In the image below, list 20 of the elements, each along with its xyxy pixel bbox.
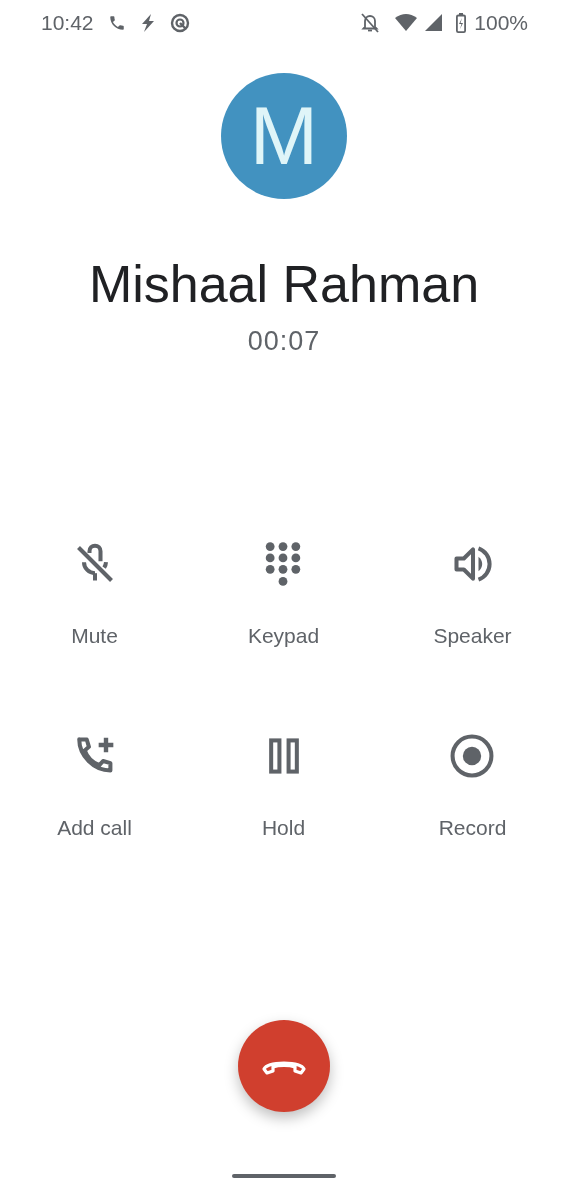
call-action-button[interactable]: Hold <box>253 728 314 848</box>
data-saver-icon <box>169 12 190 33</box>
end-call-button[interactable] <box>238 1020 330 1112</box>
clock-time: 10:42 <box>41 10 94 35</box>
signal-icon <box>425 14 443 31</box>
record-icon <box>450 734 495 778</box>
call-action-button[interactable]: Keypad <box>239 536 328 656</box>
call-action-button[interactable]: Add call <box>49 728 140 848</box>
mute-button[interactable]: Mute <box>63 536 126 656</box>
wifi-icon <box>395 14 418 31</box>
lightning-icon <box>139 13 156 32</box>
call-duration: 00:07 <box>247 325 321 358</box>
battery-icon <box>456 12 467 33</box>
phone-icon <box>107 13 126 32</box>
contact-avatar: M <box>221 73 347 199</box>
battery-level: 100% <box>474 10 528 35</box>
call-action-button[interactable]: Speaker <box>425 536 520 656</box>
call-action-button[interactable]: Record <box>430 728 515 848</box>
bell-off-icon <box>361 12 380 33</box>
contact-name: Mishaal Rahman <box>88 254 480 315</box>
